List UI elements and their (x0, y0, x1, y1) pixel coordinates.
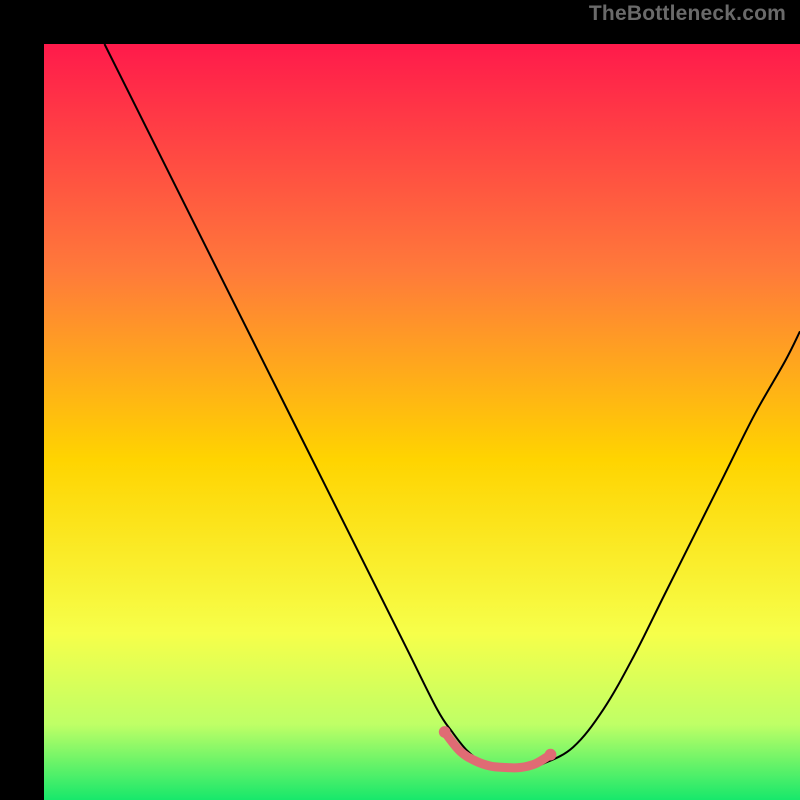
series-bottom-marker-endpoint (439, 726, 451, 738)
gradient-background (44, 44, 800, 800)
plot-area (44, 44, 800, 800)
series-bottom-marker-endpoint (545, 749, 557, 761)
watermark-text: TheBottleneck.com (589, 2, 786, 26)
chart-frame (22, 22, 778, 778)
chart-svg (44, 44, 800, 800)
